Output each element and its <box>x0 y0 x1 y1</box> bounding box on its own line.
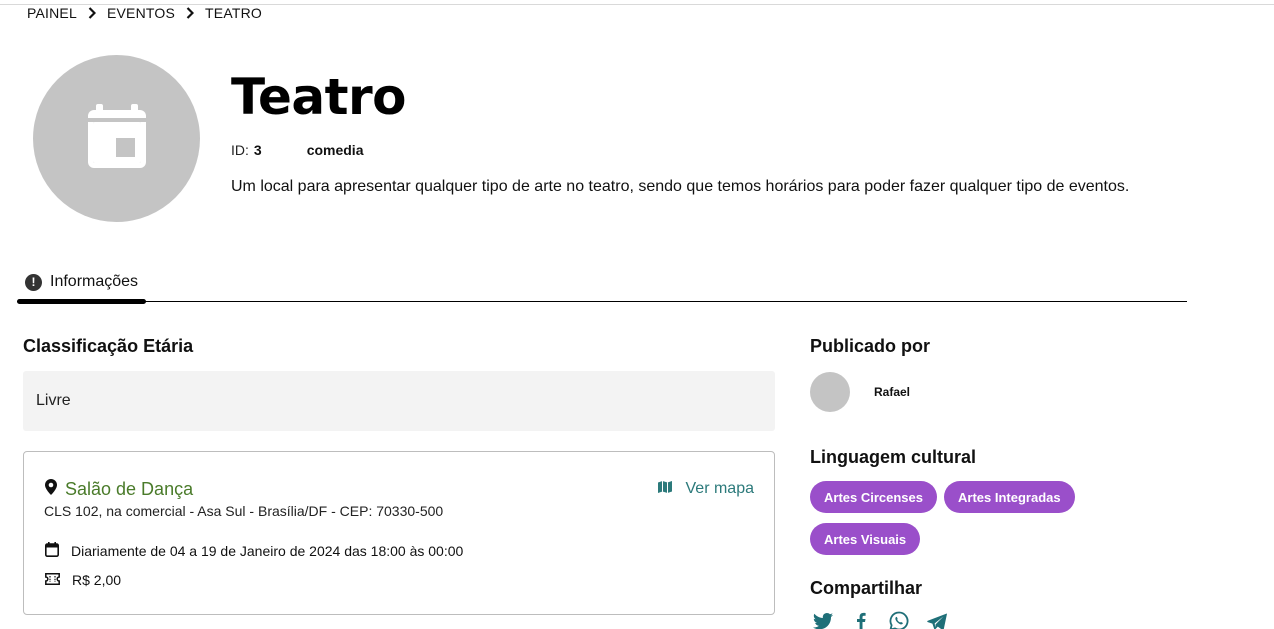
share-icons <box>812 610 964 629</box>
twitter-icon[interactable] <box>812 610 834 629</box>
telegram-icon[interactable] <box>926 610 948 629</box>
tag-artes-integradas[interactable]: Artes Integradas <box>944 481 1075 513</box>
schedule-text: Diariamente de 04 a 19 de Janeiro de 202… <box>71 543 464 559</box>
active-tab-indicator <box>17 299 146 304</box>
location-address: CLS 102, na comercial - Asa Sul - Brasíl… <box>44 503 444 519</box>
breadcrumb-eventos[interactable]: EVENTOS <box>107 5 175 21</box>
view-map-link[interactable]: Ver mapa <box>657 480 754 498</box>
chevron-right-icon <box>185 7 195 19</box>
calendar-icon <box>87 104 146 173</box>
cultural-language-title: Linguagem cultural <box>810 447 977 467</box>
calendar-icon <box>45 542 59 560</box>
event-type: comedia <box>306 142 364 158</box>
avatar <box>810 372 850 412</box>
view-map-label: Ver mapa <box>685 480 754 497</box>
event-description: Um local para apresentar qualquer tipo d… <box>231 178 1130 195</box>
age-rating-title: Classificação Etária <box>23 336 194 356</box>
publisher[interactable]: Rafael <box>810 372 910 412</box>
tag-artes-circenses[interactable]: Artes Circenses <box>810 481 937 513</box>
price-text: R$ 2,00 <box>72 572 122 588</box>
id-label: ID: <box>231 142 249 158</box>
age-rating-box: Livre <box>23 371 775 431</box>
ticket-icon <box>45 572 60 588</box>
breadcrumb-teatro: TEATRO <box>205 5 262 21</box>
location-name-row: Salão de Dança <box>45 479 193 500</box>
location-card: Salão de Dança CLS 102, na comercial - A… <box>23 451 775 615</box>
tab-label: Informações <box>50 273 139 290</box>
share-title: Compartilhar <box>810 578 923 598</box>
breadcrumb-painel[interactable]: PAINEL <box>27 5 77 21</box>
whatsapp-icon[interactable] <box>888 610 910 629</box>
event-title: Teatro <box>231 68 407 126</box>
age-rating-value: Livre <box>36 392 71 409</box>
id-value: 3 <box>253 142 262 158</box>
event-avatar <box>33 55 200 222</box>
facebook-icon[interactable] <box>850 610 872 629</box>
map-icon <box>657 480 672 498</box>
price-row: R$ 2,00 <box>45 572 121 588</box>
info-icon: ! <box>25 273 42 291</box>
breadcrumb: PAINEL EVENTOS TEATRO <box>27 5 262 21</box>
publisher-name: Rafael <box>874 385 911 399</box>
map-pin-icon <box>45 479 57 500</box>
chevron-right-icon <box>87 7 97 19</box>
tab-informacoes[interactable]: ! Informações <box>17 262 146 302</box>
tab-bar: ! Informações <box>17 262 1187 304</box>
event-meta: ID: 3 comedia <box>231 142 364 158</box>
location-name[interactable]: Salão de Dança <box>65 479 193 500</box>
publisher-title: Publicado por <box>810 336 931 356</box>
schedule-row: Diariamente de 04 a 19 de Janeiro de 202… <box>45 542 463 560</box>
tag-artes-visuais[interactable]: Artes Visuais <box>810 523 921 555</box>
